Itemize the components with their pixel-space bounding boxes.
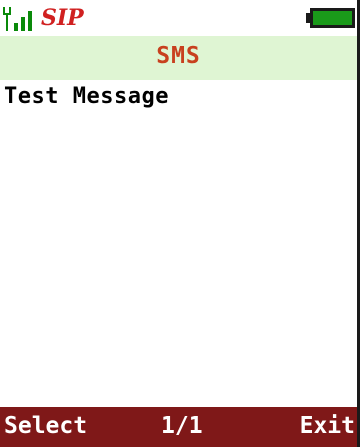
select-softkey[interactable]: Select	[4, 413, 87, 439]
exit-softkey[interactable]: Exit	[300, 413, 355, 439]
battery-full-icon	[306, 8, 355, 28]
title-bar: SMS	[0, 36, 357, 80]
sip-icon-label: SIP	[41, 5, 85, 31]
softkey-bar: Select 1/1 Exit	[0, 407, 357, 447]
phone-screen: SIP SMS Test Message Select 1/1 Exit	[0, 0, 360, 447]
sip-icon: SIP	[41, 5, 85, 31]
list-item[interactable]: Test Message	[4, 84, 169, 109]
status-bar: SIP	[0, 0, 357, 36]
page-indicator: 1/1	[161, 413, 203, 439]
page-title: SMS	[156, 43, 201, 69]
message-list: Test Message	[0, 80, 357, 407]
signal-strength-icon	[3, 7, 32, 31]
